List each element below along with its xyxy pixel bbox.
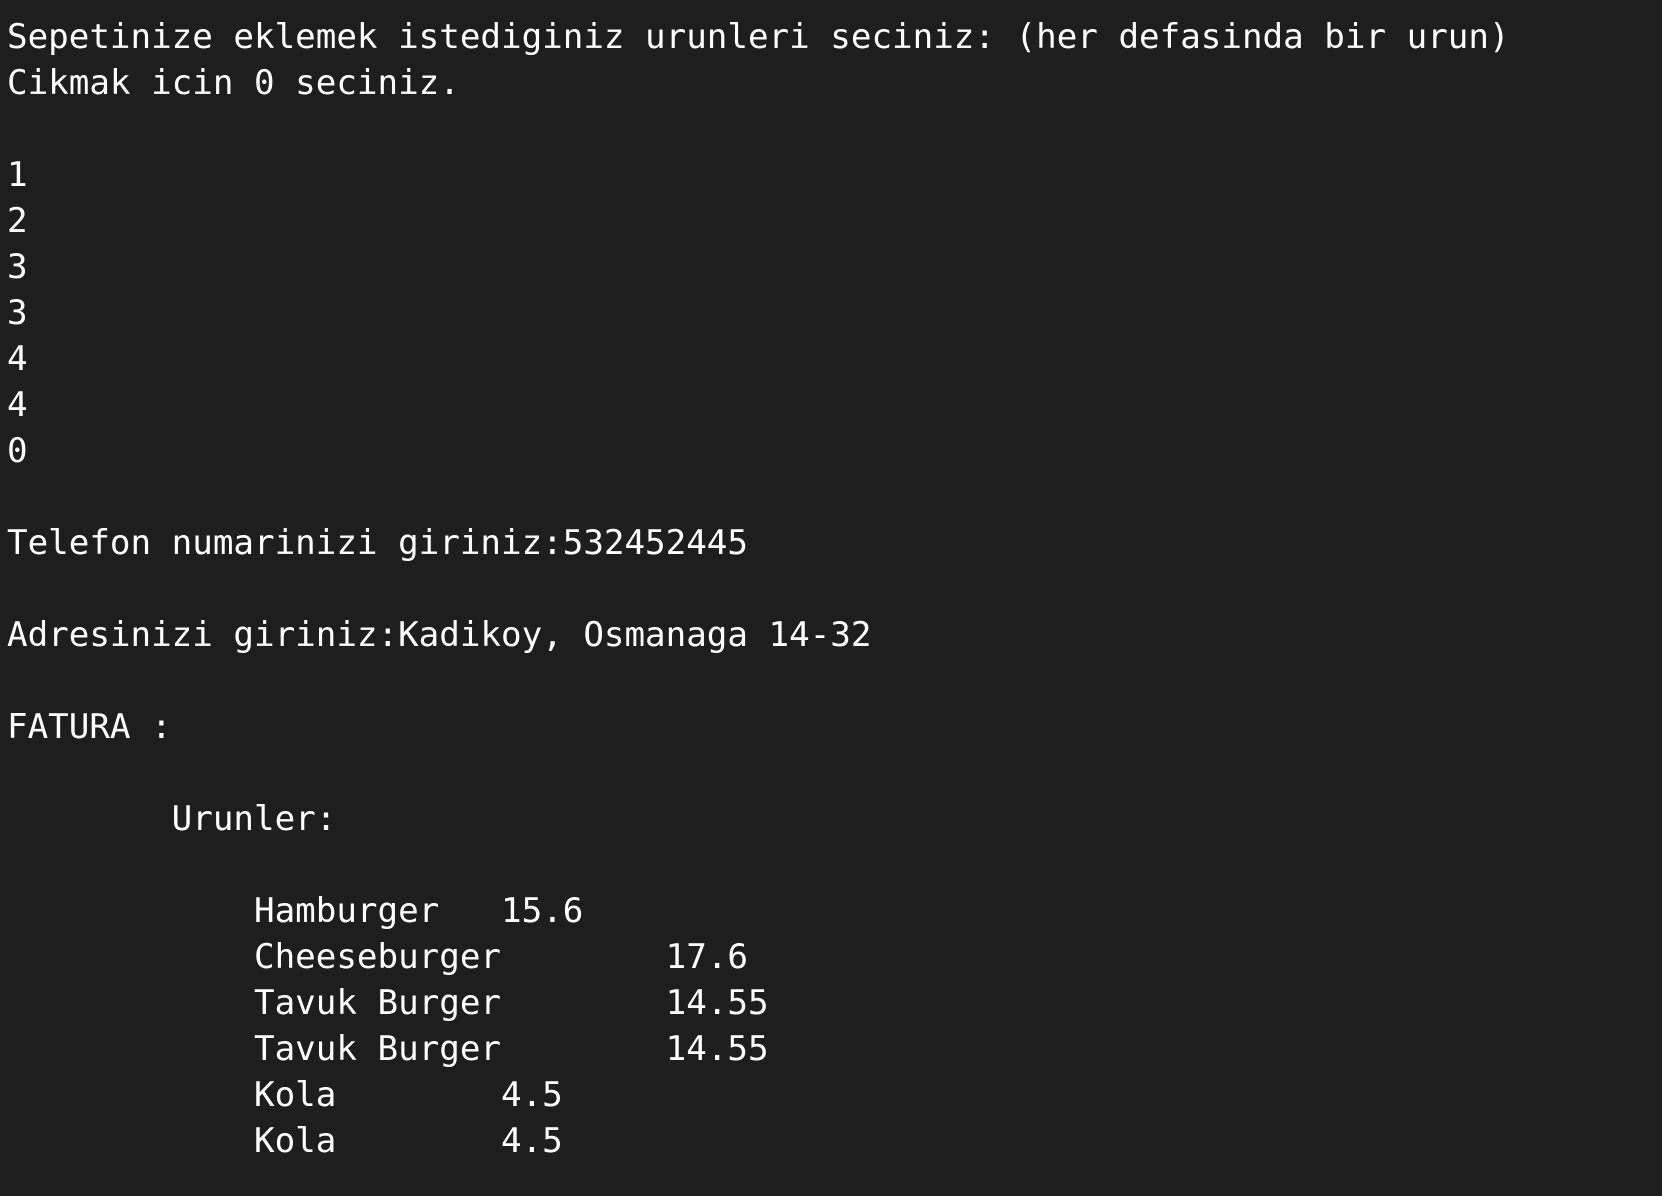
prompt-line-exit: Cikmak icin 0 seciniz. [7, 63, 460, 103]
product-line: Kola 4.5 [7, 1075, 563, 1115]
input-line: 4 [7, 385, 28, 425]
products-heading: Urunler: [7, 799, 337, 839]
product-line: Hamburger 15.6 [7, 891, 584, 931]
phone-line: Telefon numarinizi giriniz:532452445 [7, 523, 748, 563]
input-line: 3 [7, 247, 28, 287]
product-line: Tavuk Burger 14.55 [7, 1029, 769, 1069]
input-line: 0 [7, 431, 28, 471]
address-line: Adresinizi giriniz:Kadikoy, Osmanaga 14-… [7, 615, 872, 655]
invoice-heading: FATURA : [7, 707, 172, 747]
input-line: 3 [7, 293, 28, 333]
product-line: Tavuk Burger 14.55 [7, 983, 769, 1023]
terminal-output[interactable]: Sepetinize eklemek istediginiz urunleri … [0, 0, 1662, 1196]
input-line: 4 [7, 339, 28, 379]
product-line: Cheeseburger 17.6 [7, 937, 748, 977]
product-line: Kola 4.5 [7, 1121, 563, 1161]
input-line: 2 [7, 201, 28, 241]
input-line: 1 [7, 155, 28, 195]
prompt-line: Sepetinize eklemek istediginiz urunleri … [7, 17, 1510, 57]
